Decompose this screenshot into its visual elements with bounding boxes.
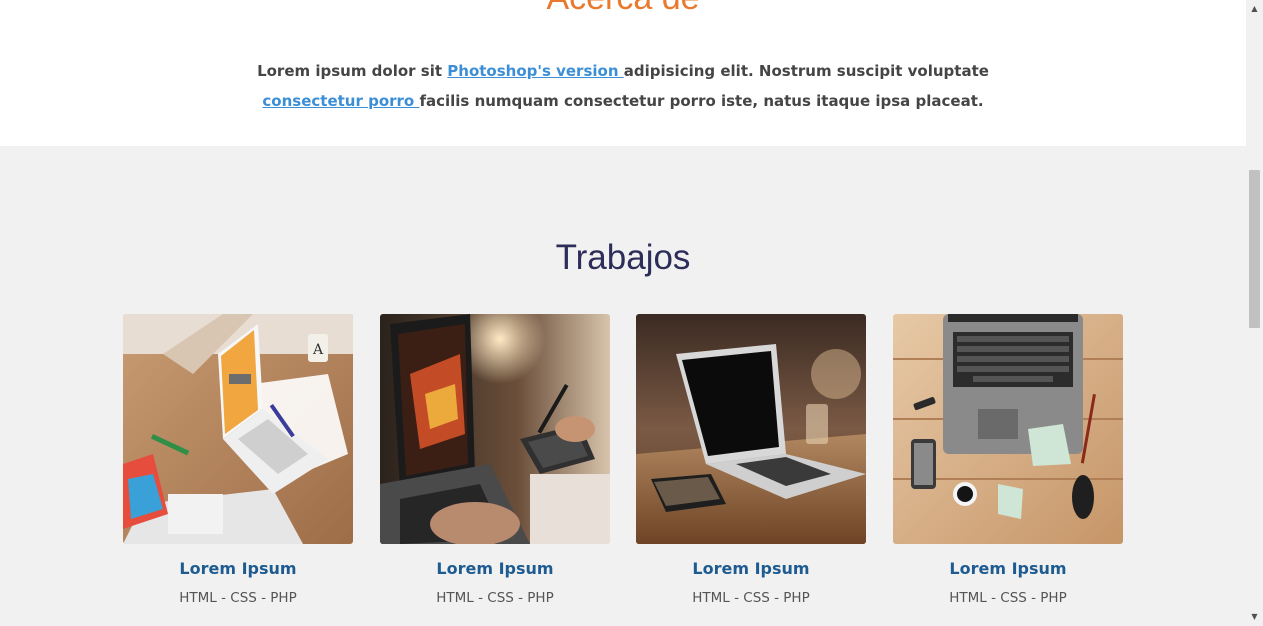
laptop-drawing-tablet-photo[interactable] [380,314,610,544]
about-title: Acerca de [0,0,1246,18]
work-card-subtitle: HTML - CSS - PHP [436,590,554,606]
laptop-cafe-table-photo[interactable] [636,314,866,544]
svg-text:A: A [312,342,324,358]
work-card-3[interactable]: Lorem Ipsum HTML - CSS - PHP [636,314,866,607]
laptop-wooden-desk-photo[interactable] [893,314,1123,544]
work-card-subtitle: HTML - CSS - PHP [692,590,810,606]
work-card-title[interactable]: Lorem Ipsum [893,558,1123,580]
about-text-part-2: adipisicing elit. Nostrum suscipit volup… [623,62,989,80]
consectetur-porro-link[interactable]: consectetur porro [262,92,419,110]
photoshop-version-link[interactable]: Photoshop's version [447,62,623,80]
scrollbar-thumb[interactable] [1249,170,1260,328]
about-section: Acerca de Lorem ipsum dolor sit Photosho… [0,0,1246,146]
works-title: Trabajos [555,238,691,277]
about-paragraph: Lorem ipsum dolor sit Photoshop's versio… [0,56,1246,116]
work-card-title[interactable]: Lorem Ipsum [380,558,610,580]
work-card-subtitle: HTML - CSS - PHP [179,590,297,606]
work-card-1[interactable]: A Lorem Ipsum HTML - CSS - PHP [123,314,353,607]
vertical-scrollbar[interactable]: ▲ ▼ [1246,0,1263,626]
work-card-title[interactable]: Lorem Ipsum [123,558,353,580]
work-card-4[interactable]: Lorem Ipsum HTML - CSS - PHP [893,314,1123,607]
about-text-part-3: facilis numquam consectetur porro iste, … [419,92,984,110]
works-section: Trabajos A Lorem Ipsum HTML - CSS - PHP … [0,146,1246,626]
work-card-title[interactable]: Lorem Ipsum [636,558,866,580]
white-laptop-desk-photo[interactable]: A [123,314,353,544]
about-text-part-1: Lorem ipsum dolor sit [257,62,448,80]
work-card-2[interactable]: Lorem Ipsum HTML - CSS - PHP [380,314,610,607]
scroll-up-arrow-icon[interactable]: ▲ [1246,2,1263,16]
work-card-subtitle: HTML - CSS - PHP [949,590,1067,606]
scroll-down-arrow-icon[interactable]: ▼ [1246,610,1263,624]
